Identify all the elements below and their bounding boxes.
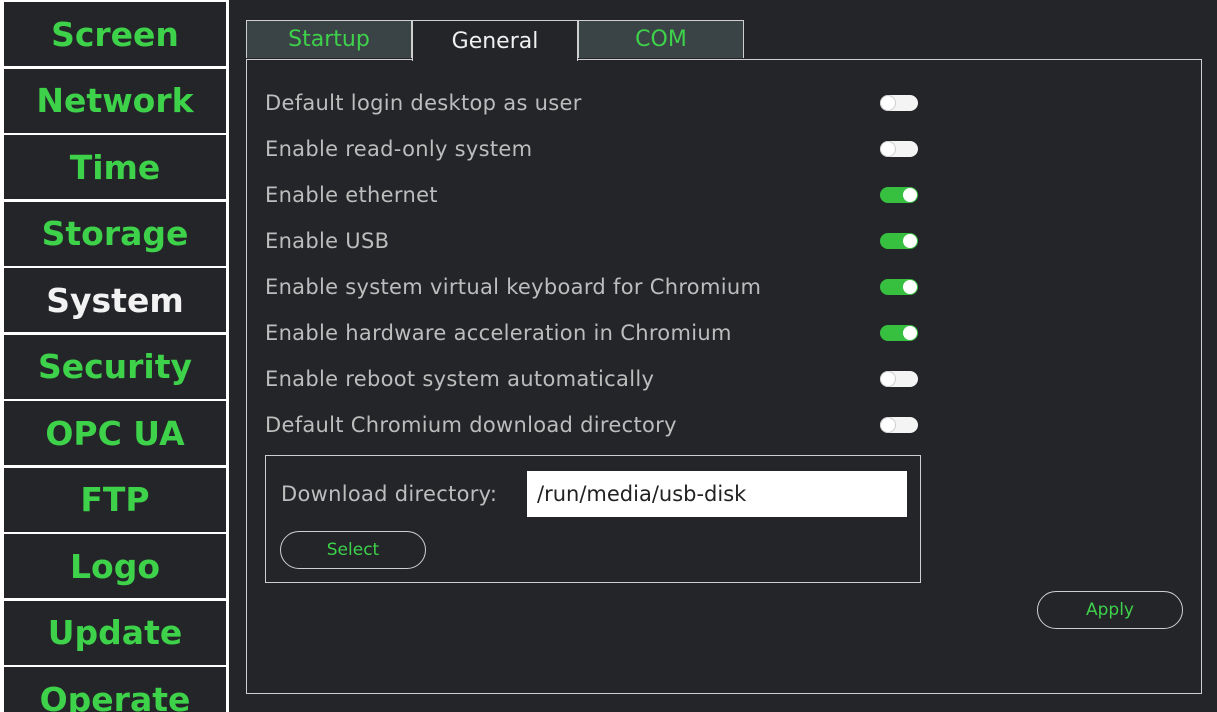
sidebar-item-system[interactable]: System (4, 268, 226, 332)
sidebar-item-update[interactable]: Update (4, 600, 226, 665)
tab-com[interactable]: COM (578, 20, 744, 58)
sidebar-item-operate[interactable]: Operate (4, 667, 226, 712)
sidebar-item-time[interactable]: Time (4, 135, 226, 199)
toggle-switch[interactable] (880, 141, 918, 157)
sidebar-item-opc-ua[interactable]: OPC UA (4, 401, 226, 465)
setting-row-virtual-keyboard: Enable system virtual keyboard for Chrom… (265, 270, 918, 304)
setting-label: Enable reboot system automatically (265, 367, 655, 391)
toggle-switch[interactable] (880, 417, 918, 433)
toggle-switch[interactable] (880, 95, 918, 111)
setting-label: Enable ethernet (265, 183, 438, 207)
toggle-knob (903, 234, 917, 248)
setting-label: Default login desktop as user (265, 91, 582, 115)
toggle-switch[interactable] (880, 325, 918, 341)
tab-startup[interactable]: Startup (246, 20, 412, 58)
toggle-knob (903, 326, 917, 340)
setting-row-default-login: Default login desktop as user (265, 86, 918, 120)
toggle-switch[interactable] (880, 233, 918, 249)
setting-label: Default Chromium download directory (265, 413, 677, 437)
sidebar-item-logo[interactable]: Logo (4, 534, 226, 598)
setting-label: Enable hardware acceleration in Chromium (265, 321, 732, 345)
tab-general[interactable]: General (412, 20, 578, 61)
apply-button[interactable]: Apply (1037, 591, 1183, 629)
toggle-knob (881, 418, 895, 432)
setting-label: Enable read-only system (265, 137, 533, 161)
download-directory-label: Download directory: (281, 482, 498, 506)
main-area: Startup General COM Default login deskto… (229, 0, 1217, 712)
general-panel: Default login desktop as user Enable rea… (246, 59, 1202, 694)
settings-window: Screen Network Time Storage System Secur… (0, 0, 1217, 712)
setting-label: Enable system virtual keyboard for Chrom… (265, 275, 762, 299)
download-directory-group: Download directory: Select (265, 455, 921, 583)
sidebar: Screen Network Time Storage System Secur… (4, 2, 226, 712)
select-button[interactable]: Select (280, 531, 426, 569)
toggle-knob (881, 372, 895, 386)
sidebar-item-screen[interactable]: Screen (4, 2, 226, 66)
tab-bar: Startup General COM (246, 20, 744, 61)
setting-row-hardware-acceleration: Enable hardware acceleration in Chromium (265, 316, 918, 350)
toggle-switch[interactable] (880, 371, 918, 387)
sidebar-item-ftp[interactable]: FTP (4, 467, 226, 532)
sidebar-item-network[interactable]: Network (4, 68, 226, 133)
toggle-knob (903, 188, 917, 202)
setting-row-download-directory: Default Chromium download directory (265, 408, 918, 442)
toggle-knob (881, 142, 895, 156)
toggle-knob (881, 96, 895, 110)
setting-label: Enable USB (265, 229, 390, 253)
sidebar-item-storage[interactable]: Storage (4, 201, 226, 266)
setting-row-usb: Enable USB (265, 224, 918, 258)
toggle-switch[interactable] (880, 279, 918, 295)
download-directory-input[interactable] (527, 471, 907, 517)
toggle-knob (903, 280, 917, 294)
toggle-switch[interactable] (880, 187, 918, 203)
setting-row-reboot: Enable reboot system automatically (265, 362, 918, 396)
sidebar-item-security[interactable]: Security (4, 334, 226, 399)
setting-row-read-only: Enable read-only system (265, 132, 918, 166)
setting-row-ethernet: Enable ethernet (265, 178, 918, 212)
